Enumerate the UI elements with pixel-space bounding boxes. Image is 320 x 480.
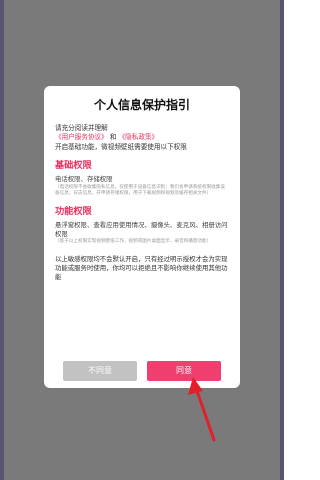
privacy-dialog: 个人信息保护指引 请充分阅读并理解 《用户服务协议》 和 《隐私政策》 开启基础…	[44, 86, 240, 388]
user-agreement-link[interactable]: 《用户服务协议》	[55, 133, 108, 141]
dialog-buttons: 不同意 同意	[63, 361, 221, 381]
and-text: 和	[109, 133, 117, 142]
basic-permissions-list: 电话权限、存储权限	[55, 174, 113, 183]
left-edge-bar	[0, 0, 4, 480]
closing-statement: 以上敏感权限均不会默认开启，只有经过明示授权才会为实现功能或服务时使用，你均可以…	[55, 255, 228, 282]
intro-permissions-text: 开启基础功能，微视频壁纸需要使用以下权限	[55, 142, 187, 151]
intro-links: 《用户服务协议》 和 《隐私政策》	[55, 133, 229, 142]
basic-permissions-note: （电话权限不会收集隐私信息，仅使用于设备信息识别；我们会申请系统权限收集设备信息…	[55, 184, 225, 197]
function-permissions-note: （基于以上权限实现视频壁纸工作，视频或图片桌面显示、录音和播放功能）	[55, 239, 212, 245]
dialog-title: 个人信息保护指引	[93, 98, 190, 112]
function-permissions-heading: 功能权限	[55, 205, 92, 217]
basic-permissions-heading: 基础权限	[55, 159, 92, 171]
right-edge-bar	[280, 0, 284, 480]
decline-button[interactable]: 不同意	[63, 361, 137, 381]
intro-text: 请充分阅读并理解	[55, 124, 108, 132]
function-permissions-list: 悬浮窗权限、查看应用使用情况、摄像头、麦克风、相册访问权限	[55, 220, 228, 238]
privacy-policy-link[interactable]: 《隐私政策》	[119, 133, 159, 141]
agree-button[interactable]: 同意	[147, 361, 221, 381]
